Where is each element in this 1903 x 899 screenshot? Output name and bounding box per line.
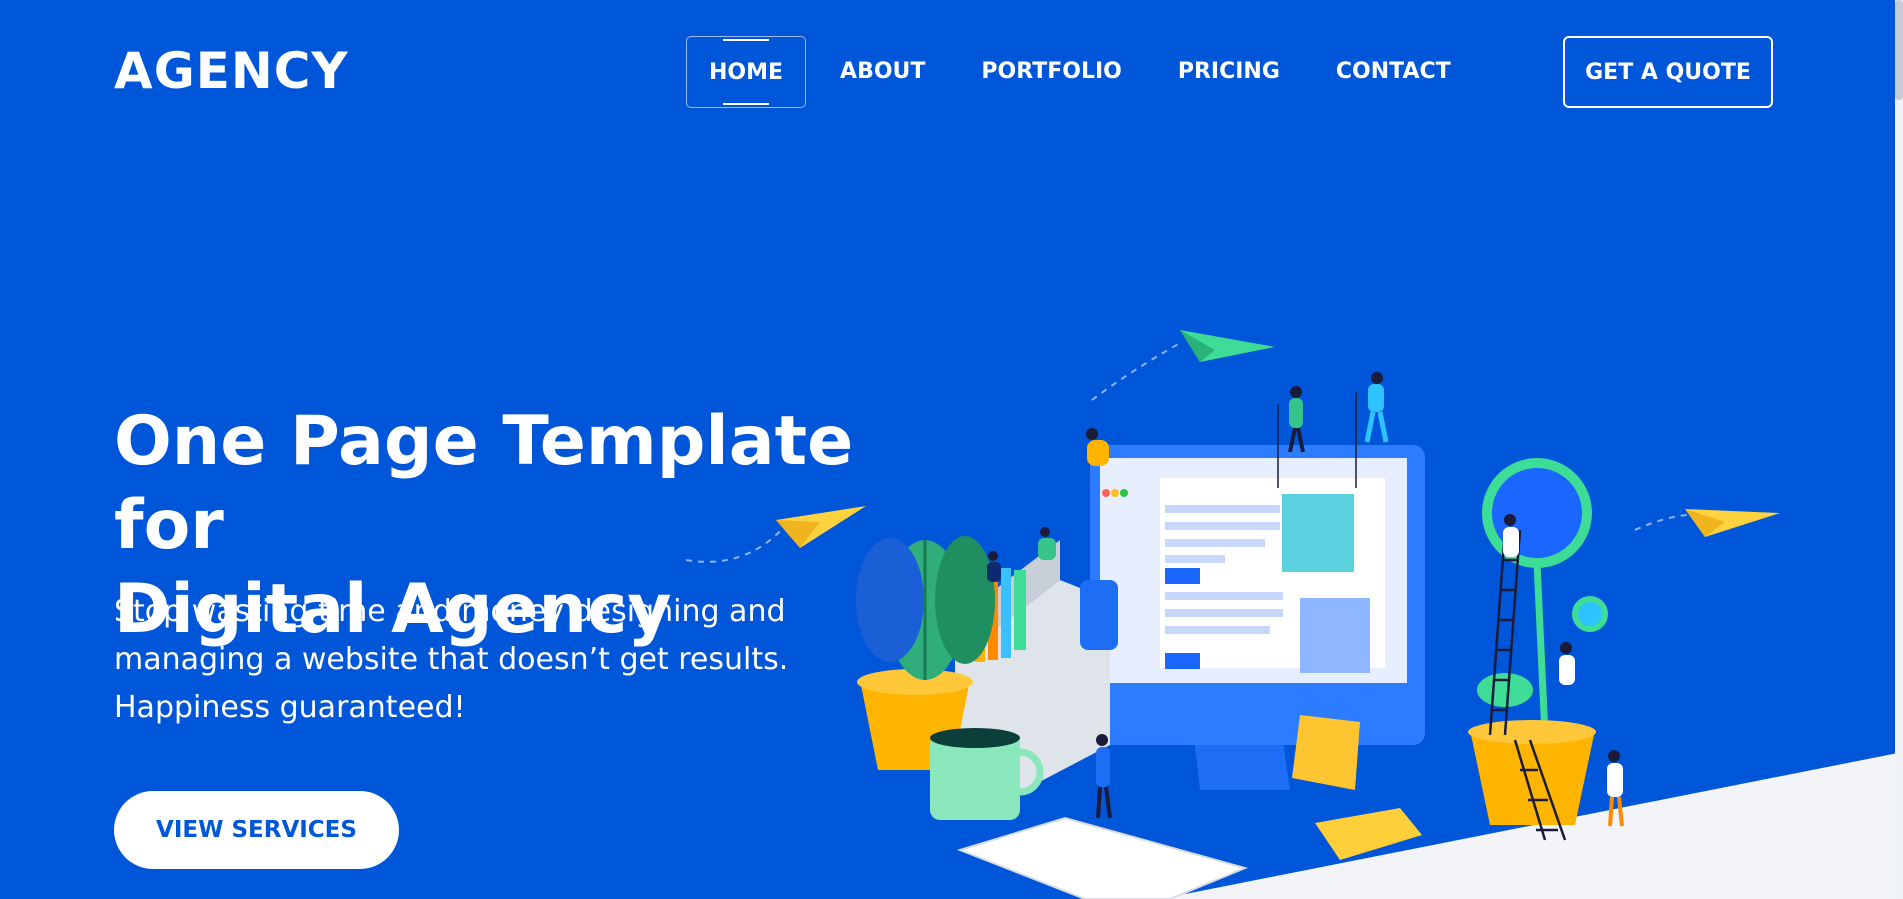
file-box-icon: [955, 540, 1118, 800]
hero-subtitle-line2: managing a website that doesn’t get resu…: [114, 642, 789, 677]
flower-icon: [1468, 458, 1608, 825]
person-figure: [1038, 527, 1056, 560]
person-figure: [1086, 428, 1109, 466]
person-figure: [1364, 372, 1389, 443]
ladder-icon: [1488, 529, 1567, 841]
logo[interactable]: AGENCY: [114, 42, 349, 100]
get-a-quote-button[interactable]: GET A QUOTE: [1563, 36, 1773, 108]
hero-subtitle-line1: Stop wasting time and money designing an…: [114, 594, 786, 629]
hero-title-line1: One Page Template for: [114, 402, 854, 565]
keyboard-icon: [956, 816, 1249, 899]
mug-icon: [930, 728, 1044, 820]
hero-subtitle: Stop wasting time and money designing an…: [114, 588, 834, 732]
nav-about[interactable]: ABOUT: [818, 36, 947, 108]
person-figure: [987, 551, 1001, 582]
sticky-note-icon: [1315, 808, 1422, 860]
nav-home[interactable]: HOME: [686, 36, 807, 108]
scrollbar[interactable]: [1895, 0, 1903, 899]
monitor-icon: [1090, 445, 1425, 790]
nav-contact[interactable]: CONTACT: [1314, 36, 1473, 108]
sticky-note-icon: [1292, 715, 1360, 790]
view-services-button[interactable]: VIEW SERVICES: [114, 791, 399, 869]
nav-portfolio[interactable]: PORTFOLIO: [959, 36, 1143, 108]
person-figure: [1607, 750, 1624, 827]
main-nav: HOME ABOUT PORTFOLIO PRICING CONTACT: [686, 36, 1485, 108]
person-figure: [1503, 514, 1519, 557]
landing-page: AGENCY HOME ABOUT PORTFOLIO PRICING CONT…: [0, 0, 1903, 899]
paper-plane-icon: [1634, 509, 1780, 537]
hero-subtitle-line3: Happiness guaranteed!: [114, 690, 466, 725]
person-figure: [1288, 386, 1305, 453]
person-figure: [1559, 642, 1575, 685]
nav-pricing[interactable]: PRICING: [1156, 36, 1302, 108]
floor-shape: [1160, 752, 1903, 899]
paper-plane-icon: [1091, 330, 1275, 401]
person-figure: [1096, 734, 1112, 819]
scrollbar-thumb[interactable]: [1895, 0, 1903, 100]
